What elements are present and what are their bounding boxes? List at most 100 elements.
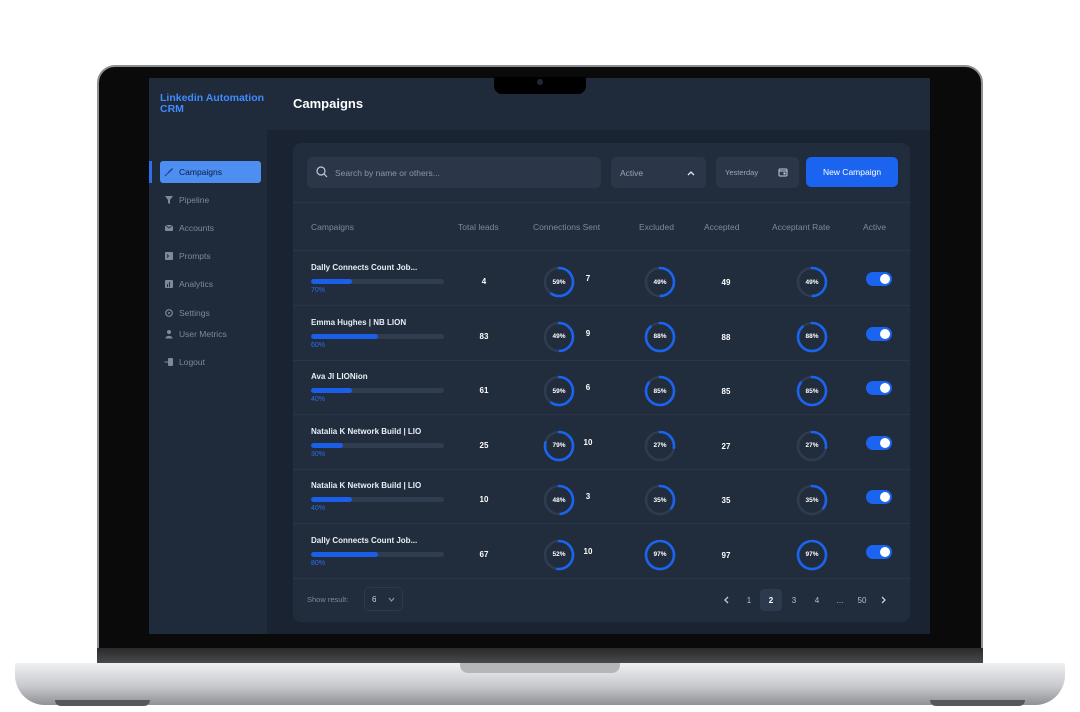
campaign-progress-fill [311, 279, 353, 284]
laptop-foot-left [55, 700, 150, 706]
column-header-acceptant-rate[interactable]: Acceptant Rate [772, 222, 830, 232]
connections-ring-label: 52% [552, 551, 566, 558]
toggle-knob [880, 492, 890, 502]
sidebar: Linkedin Automation CRM Campaigns Pipelin… [149, 78, 267, 634]
total-leads-value: 10 [479, 495, 489, 504]
campaign-progress-label: 40% [311, 396, 326, 403]
filter-icon [164, 195, 174, 205]
accepted-value: 88 [721, 332, 731, 342]
table-row[interactable]: Ava JI LIONion 40% 61 59% 6 85% 85 85% [293, 361, 910, 415]
sidebar-item-campaigns[interactable]: Campaigns [160, 161, 261, 183]
laptop-thumb-notch [460, 663, 620, 673]
campaign-progress-bar [311, 279, 444, 284]
sidebar-item-analytics[interactable]: Analytics [160, 273, 261, 295]
accepted-value: 49 [721, 278, 731, 287]
connections-ring-label: 79% [552, 442, 566, 449]
chevron-up-icon [687, 168, 695, 178]
column-header-total-leads[interactable]: Total leads [458, 222, 499, 232]
active-toggle[interactable] [866, 544, 892, 559]
toggle-knob [880, 546, 890, 557]
excluded-ring-label: 49% [653, 278, 667, 286]
page-title: Campaigns [293, 96, 364, 111]
chevron-left-icon [724, 596, 729, 604]
status-dropdown[interactable]: Active [611, 157, 706, 188]
active-toggle[interactable] [866, 381, 892, 395]
connections-sent-value: 10 [583, 437, 593, 447]
connections-ring: 79% [543, 430, 575, 462]
active-toggle[interactable] [866, 326, 892, 341]
campaign-progress-fill [311, 333, 378, 339]
sidebar-item-label: Pipeline [179, 195, 210, 205]
laptop-foot-right [930, 700, 1025, 706]
page-button-50[interactable]: 50 [851, 589, 873, 611]
connections-ring: 49% [543, 321, 575, 353]
new-campaign-button[interactable]: New Campaign [806, 157, 898, 187]
laptop-hinge [97, 648, 983, 664]
column-header-connections-sent[interactable]: Connections Sent [533, 222, 600, 232]
excluded-ring: 49% [644, 266, 676, 298]
page-button-1[interactable]: 1 [738, 589, 760, 611]
connections-ring-label: 48% [552, 496, 566, 504]
column-header-campaigns[interactable]: Campaigns [311, 222, 354, 232]
campaign-name: Dally Connects Count Job... [311, 263, 418, 272]
acceptance-rate-ring: 97% [796, 539, 828, 571]
campaigns-card: Active Yesterday New Campaign Campaigns … [293, 143, 910, 622]
connections-ring: 52% [543, 539, 575, 571]
logout-icon [164, 357, 174, 367]
campaign-progress-bar [311, 442, 444, 448]
column-header-excluded[interactable]: Excluded [639, 222, 674, 232]
connections-ring-label: 59% [552, 278, 566, 286]
column-header-active[interactable]: Active [863, 222, 886, 232]
sidebar-item-user-metrics[interactable]: User Metrics [160, 323, 261, 345]
sidebar-item-logout[interactable]: Logout [160, 351, 261, 373]
prev-page-button[interactable] [715, 589, 737, 611]
terminal-icon [164, 251, 174, 261]
campaign-progress-fill [311, 497, 353, 502]
sidebar-item-label: Accounts [179, 223, 214, 233]
sidebar-item-label: User Metrics [179, 329, 227, 339]
active-toggle[interactable] [866, 272, 892, 286]
acceptance-rate-ring-label: 88% [805, 333, 819, 340]
active-nav-indicator [149, 161, 152, 183]
connections-sent-value: 7 [585, 274, 591, 283]
acceptance-rate-ring: 35% [796, 484, 828, 516]
column-header-accepted[interactable]: Accepted [704, 222, 739, 232]
calendar-icon [778, 167, 788, 179]
sidebar-item-label: Logout [179, 357, 205, 367]
table-row[interactable]: Natalia K Network Build | LIO 40% 10 48% 3 35… [293, 470, 910, 524]
table-row[interactable]: Dally Connects Count Job... 70% 4 59% 7 49% 49… [293, 252, 910, 306]
active-toggle[interactable] [866, 435, 892, 450]
campaign-progress-bar [311, 333, 444, 339]
sidebar-item-prompts[interactable]: Prompts [160, 245, 261, 267]
table-row[interactable]: Emma Hughes | NB LION 60% 83 49% 9 88% 88 88% [293, 307, 910, 361]
show-result-dropdown[interactable]: 6 [364, 587, 403, 611]
bar-chart-icon [164, 279, 174, 289]
campaign-progress-label: 60% [311, 341, 326, 349]
sidebar-item-pipeline[interactable]: Pipeline [160, 189, 261, 211]
page-button-4[interactable]: 4 [806, 589, 828, 611]
table-row[interactable]: Dally Connects Count Job... 80% 67 52% 10 97%… [293, 525, 910, 579]
campaign-progress-fill [311, 388, 353, 393]
acceptance-rate-ring: 88% [796, 321, 828, 353]
top-bar: Campaigns [267, 78, 930, 130]
search-box[interactable] [307, 157, 601, 188]
sidebar-item-settings[interactable]: Settings [160, 302, 261, 324]
gear-icon [164, 308, 174, 318]
page-button-2[interactable]: 2 [760, 589, 782, 611]
search-input[interactable] [335, 167, 585, 178]
accepted-value: 27 [721, 441, 731, 451]
excluded-ring: 97% [644, 539, 676, 571]
connections-ring: 48% [543, 484, 575, 516]
table-row[interactable]: Natalia K Network Build | LIO 30% 25 79% 10 2… [293, 416, 910, 470]
sidebar-item-label: Settings [179, 308, 210, 318]
toggle-knob [880, 328, 890, 339]
campaign-name: Dally Connects Count Job... [311, 535, 418, 545]
next-page-button[interactable] [873, 589, 895, 611]
page-button-3[interactable]: 3 [783, 589, 805, 611]
date-picker[interactable]: Yesterday [716, 157, 799, 188]
campaign-progress-label: 70% [311, 287, 326, 294]
sidebar-item-accounts[interactable]: Accounts [160, 217, 261, 239]
active-toggle[interactable] [866, 490, 892, 504]
excluded-ring: 85% [644, 375, 676, 407]
acceptance-rate-ring: 49% [796, 266, 828, 298]
